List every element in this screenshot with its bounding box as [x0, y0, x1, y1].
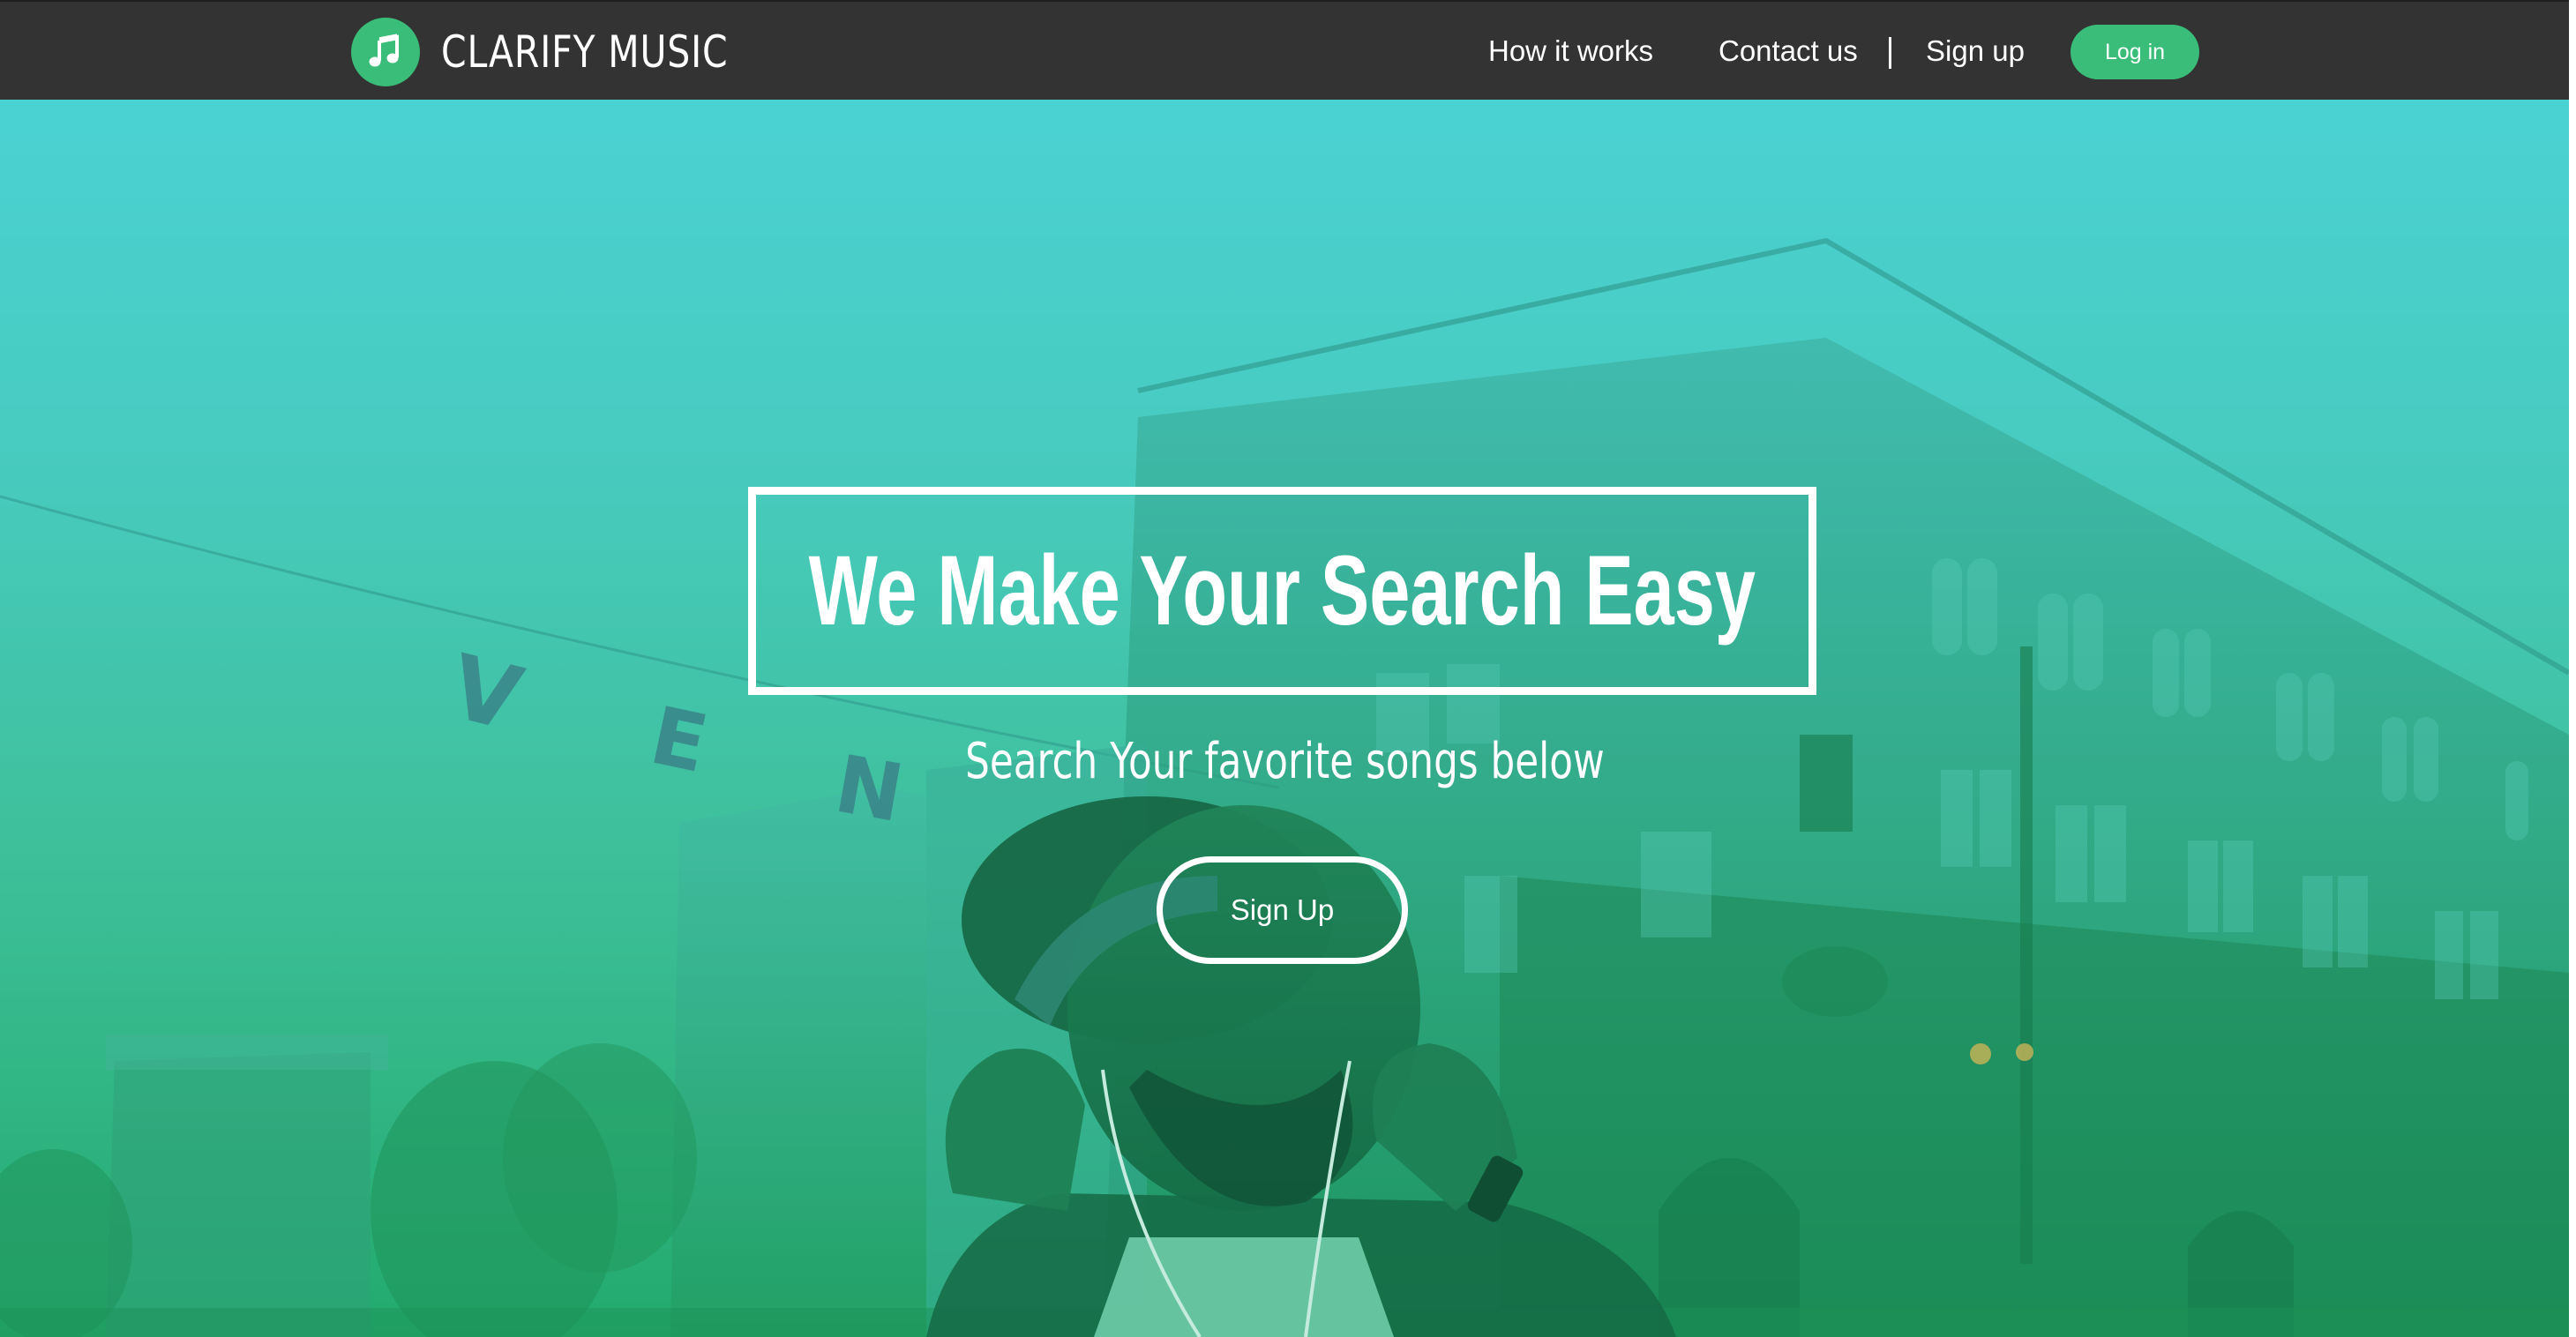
- nav-divider: [1889, 37, 1891, 69]
- hero-signup-button[interactable]: Sign Up: [1157, 856, 1408, 964]
- brand-name: CLARIFY MUSIC: [441, 26, 729, 78]
- nav-how-it-works[interactable]: How it works: [1488, 32, 1653, 71]
- page-edge-strip: [2569, 0, 2576, 1337]
- hero-subheadline-text: Search Your favorite songs below: [964, 733, 1605, 790]
- landing-page: CLARIFY MUSIC How it works Contact us Si…: [0, 0, 2576, 1337]
- nav-sign-up[interactable]: Sign up: [1926, 32, 2025, 71]
- music-note-icon: [351, 18, 420, 86]
- hero-subheadline: Search Your favorite songs below: [0, 733, 2569, 790]
- nav-contact-us[interactable]: Contact us: [1719, 32, 1858, 71]
- brand[interactable]: CLARIFY MUSIC: [351, 18, 791, 86]
- hero-background-photo: V E N: [0, 100, 2569, 1337]
- music-note-glyph: [369, 34, 399, 67]
- top-navbar: CLARIFY MUSIC How it works Contact us Si…: [0, 0, 2569, 100]
- hero-headline: We Make Your Search Easy: [808, 535, 1756, 646]
- headline-frame: We Make Your Search Easy: [748, 487, 1816, 695]
- hero-section: V E N We Make Your Search Easy Search Yo…: [0, 100, 2569, 1337]
- login-button[interactable]: Log in: [2071, 25, 2199, 79]
